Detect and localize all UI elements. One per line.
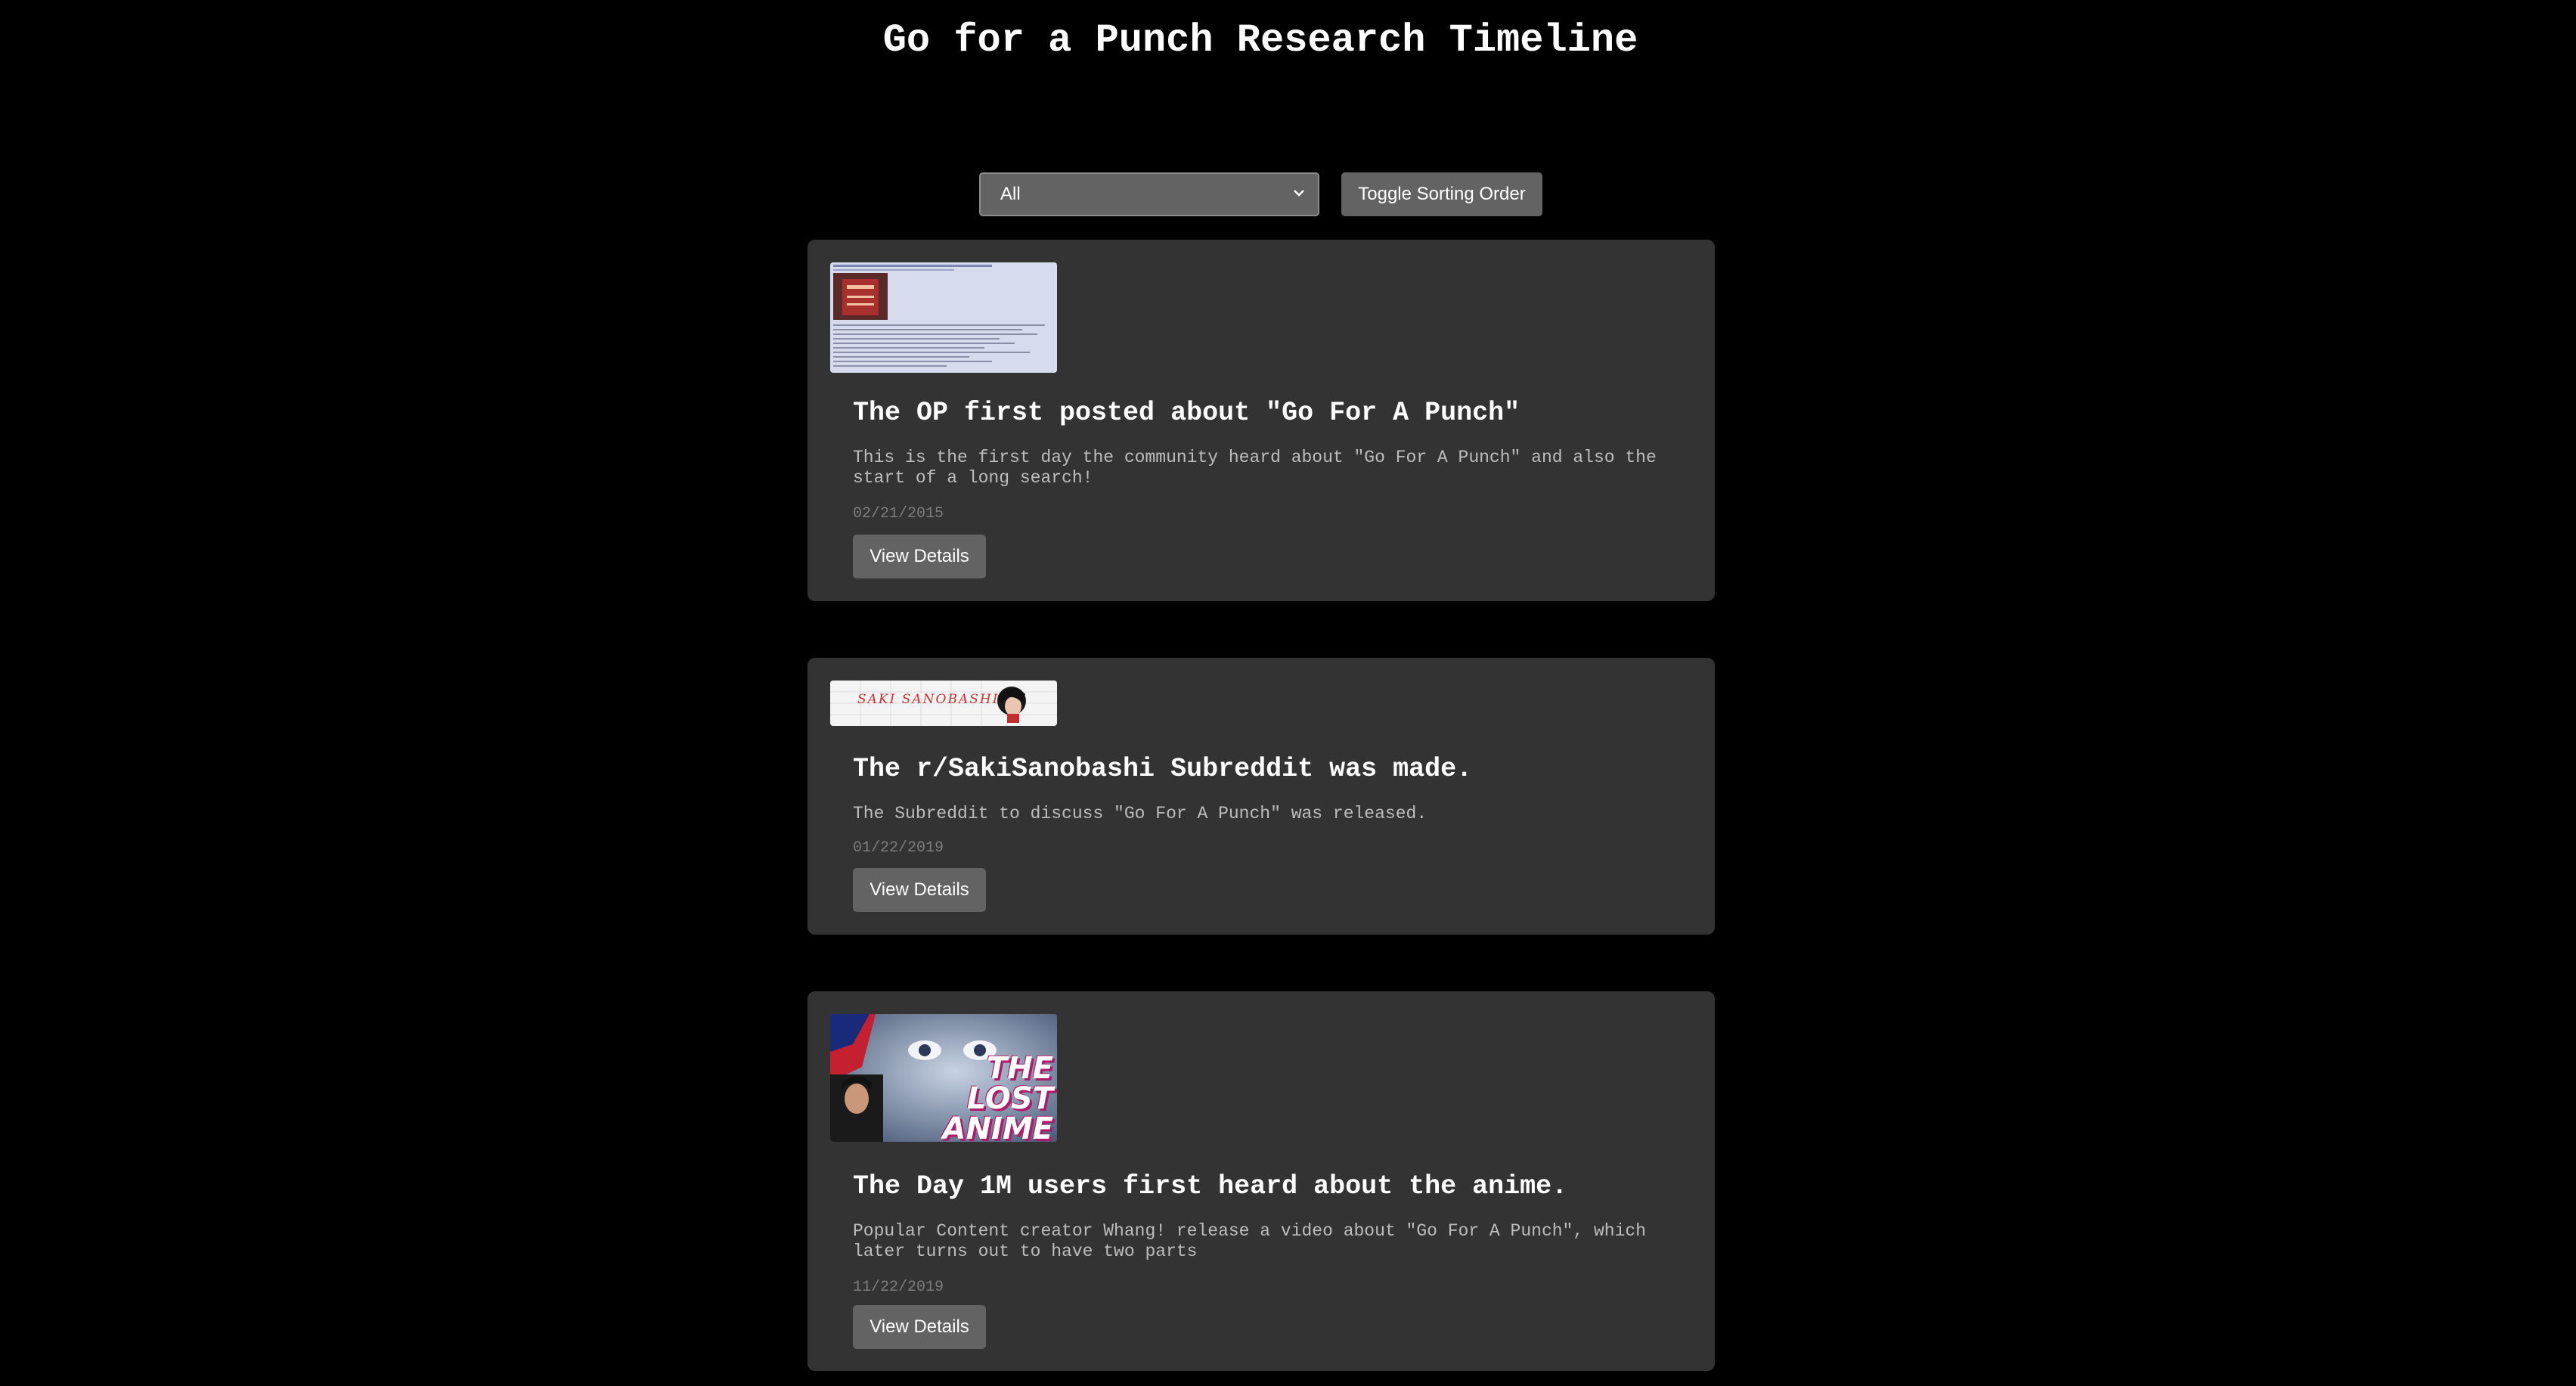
event-thumbnail[interactable] — [830, 262, 1057, 373]
event-thumbnail[interactable]: THE LOST ANIME — [830, 1014, 1057, 1142]
event-description: Popular Content creator Whang! release a… — [853, 1221, 1646, 1261]
timeline-card: THE LOST ANIME The Day 1M users first he… — [808, 991, 1715, 1371]
event-date: 01/22/2019 — [853, 839, 944, 857]
timeline-card: SAKI SANOBASHI The r/SakiSanobashi Subre… — [808, 658, 1715, 935]
timeline-card: The OP first posted about "Go For A Punc… — [808, 240, 1715, 601]
event-thumbnail[interactable]: SAKI SANOBASHI — [830, 681, 1057, 726]
page: Go for a Punch Research Timeline All Tog… — [0, 0, 2576, 1386]
event-date: 02/21/2015 — [853, 505, 944, 522]
timeline-controls: All Toggle Sorting Order — [979, 172, 1542, 216]
event-title: The OP first posted about "Go For A Punc… — [853, 398, 1520, 428]
category-filter-select[interactable]: All — [979, 172, 1319, 216]
event-title: The r/SakiSanobashi Subreddit was made. — [853, 754, 1473, 784]
subreddit-banner-text: SAKI SANOBASHI — [857, 692, 1000, 707]
view-details-button[interactable]: View Details — [853, 535, 986, 578]
event-date: 11/22/2019 — [853, 1279, 944, 1296]
page-title: Go for a Punch Research Timeline — [882, 18, 1638, 63]
event-description: This is the first day the community hear… — [853, 448, 1657, 488]
chevron-down-icon — [1294, 190, 1304, 197]
view-details-button[interactable]: View Details — [853, 1305, 986, 1349]
event-title: The Day 1M users first heard about the a… — [853, 1171, 1568, 1202]
category-filter-value: All — [1000, 184, 1021, 204]
toggle-sorting-order-button[interactable]: Toggle Sorting Order — [1341, 172, 1542, 216]
event-description: The Subreddit to discuss "Go For A Punch… — [853, 804, 1427, 823]
video-thumbnail-text: THE LOST ANIME — [942, 1051, 1053, 1142]
forum-post-screenshot-image — [830, 262, 1057, 373]
view-details-button[interactable]: View Details — [853, 868, 986, 912]
